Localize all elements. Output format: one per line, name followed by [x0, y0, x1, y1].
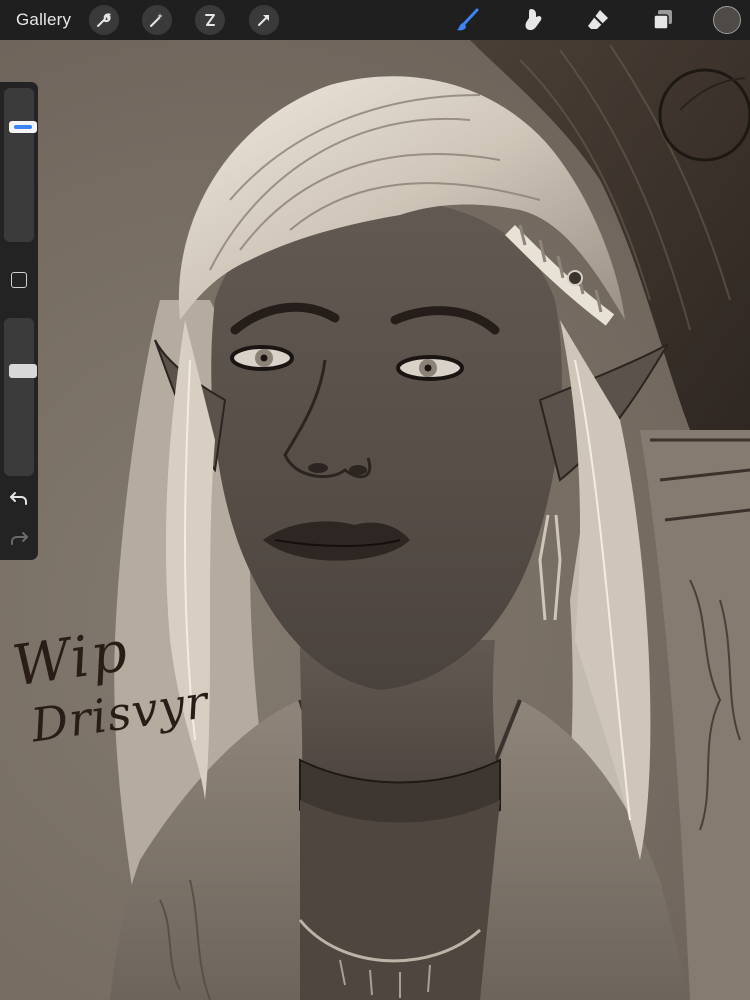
square-modifier-icon[interactable]: [11, 272, 27, 288]
brush-tool-button[interactable]: [452, 5, 484, 35]
drawing-canvas[interactable]: Wip Drisvyr: [0, 40, 750, 1000]
eraser-icon: [588, 10, 608, 29]
redo-icon: [11, 532, 28, 545]
transform-arrow-icon: [258, 15, 269, 26]
brush-size-thumb[interactable]: [9, 121, 37, 133]
smudge-icon: [525, 9, 542, 31]
actions-button[interactable]: [89, 5, 119, 35]
color-picker-button[interactable]: [713, 6, 741, 34]
top-toolbar: Gallery: [0, 0, 750, 40]
adjustments-button[interactable]: [142, 5, 172, 35]
left-sidebar: [0, 82, 38, 560]
transform-button[interactable]: [249, 5, 279, 35]
wrench-icon: [97, 13, 112, 27]
handwritten-signature: Wip Drisvyr: [9, 614, 212, 875]
undo-button[interactable]: [9, 488, 29, 508]
undo-icon: [10, 492, 27, 505]
gallery-button[interactable]: Gallery: [16, 10, 71, 30]
layers-icon: [653, 10, 672, 30]
opacity-thumb[interactable]: [9, 364, 37, 378]
brush-icon: [457, 8, 479, 31]
selection-button[interactable]: [195, 5, 225, 35]
brush-size-slider[interactable]: [4, 88, 37, 242]
opacity-slider[interactable]: [4, 318, 37, 476]
redo-button[interactable]: [9, 528, 29, 548]
layers-button[interactable]: [647, 5, 679, 35]
smudge-tool-button[interactable]: [517, 5, 549, 35]
eraser-tool-button[interactable]: [582, 5, 614, 35]
magic-wand-icon: [150, 13, 163, 27]
selection-icon: [205, 14, 215, 26]
elf-face: [211, 200, 562, 690]
